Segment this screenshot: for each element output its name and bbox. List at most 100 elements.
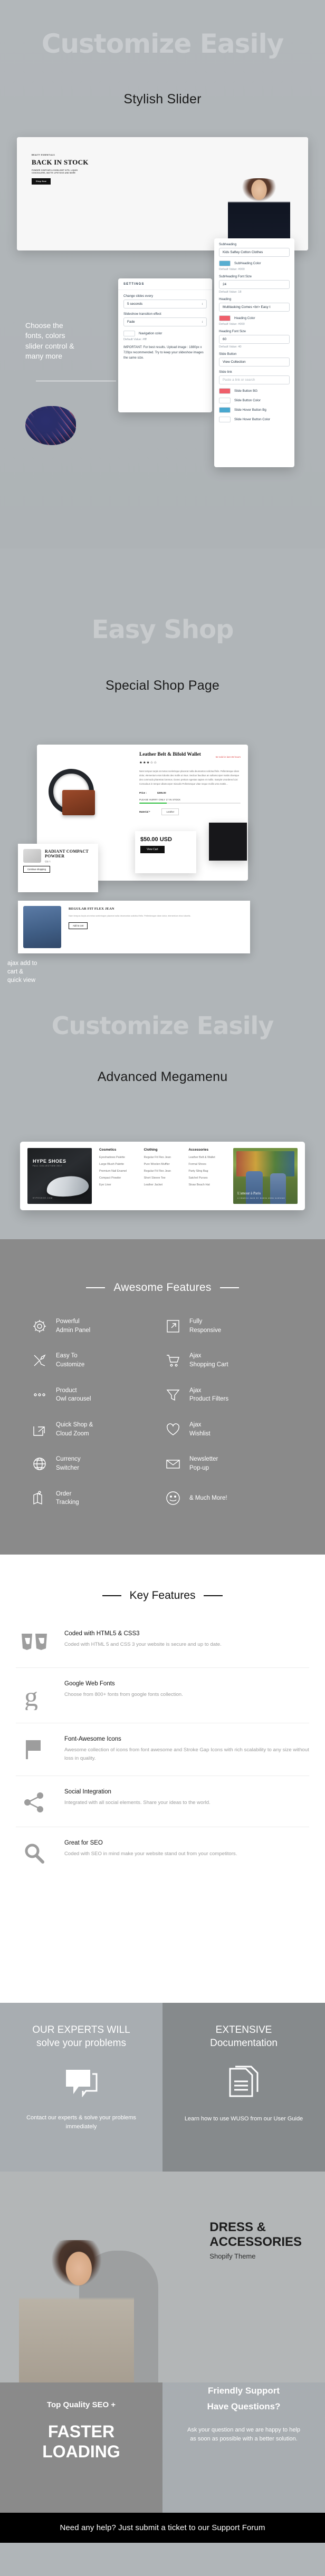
menu-item[interactable]: Party Sling Bag xyxy=(188,1170,226,1173)
sold-badge: 52 sold in last 36 hours xyxy=(215,756,241,758)
field-label: SubHeading Font Size xyxy=(219,275,252,278)
dark-product-tile xyxy=(209,823,247,861)
text-input[interactable]: 60 xyxy=(219,335,290,344)
text-input[interactable]: 24 xyxy=(219,280,290,289)
slider-caption: Choose the fonts, colors slider control & m… xyxy=(25,321,74,360)
feature-item: Ajax Wishlist xyxy=(165,1421,293,1438)
wallet-photo xyxy=(62,790,95,815)
text-input[interactable]: Kids Saftey Cotton Clothes xyxy=(219,248,290,257)
jeans-product-card: REGULAR FIT FLEX JEAN Nam tempus turpis … xyxy=(18,901,250,953)
key-feature-description: Coded with SEO in mind make your website… xyxy=(64,1850,237,1857)
chat-bubble-icon xyxy=(65,2069,98,2100)
color-swatch[interactable] xyxy=(219,261,231,266)
menu-item[interactable]: Compact Powder xyxy=(99,1176,137,1180)
hero-eyebrow: BEAUTY ESSENTIALS xyxy=(32,154,55,156)
section-support-split: OUR EXPERTS WILL solve your problems Con… xyxy=(0,2003,325,2172)
key-feature-description: Choose from 800+ fonts from google fonts… xyxy=(64,1692,183,1697)
menu-item[interactable]: Regular Fit Flex Jean xyxy=(144,1156,181,1159)
section-easy-shop: Easy Shop Special Shop Page 52 sold in l… xyxy=(0,548,325,1002)
docs-title-line1: EXTENSIVE xyxy=(215,2024,272,2035)
ajax-caption: ajax add to cart & quick view xyxy=(7,960,37,983)
text-input[interactable]: Paste a link or search xyxy=(219,375,290,384)
material-option-leather[interactable]: Leather xyxy=(161,808,179,816)
feature-item: Currency Switcher xyxy=(32,1455,160,1472)
key-features-heading: Key Features xyxy=(0,1589,325,1602)
menu-item[interactable]: Large Blush Palette xyxy=(99,1163,137,1166)
field-label: Slide Button xyxy=(219,352,237,356)
bottom-half-support: Friendly Support Have Questions? Ask you… xyxy=(162,2382,325,2513)
color-label: Slide Hover Button Color xyxy=(234,418,271,421)
continue-shopping-button[interactable]: Continue shopping xyxy=(23,866,50,873)
feature-item: Product Owl carousel xyxy=(32,1386,160,1404)
experts-description: Contact our experts & solve your problem… xyxy=(26,2115,136,2130)
color-swatch[interactable] xyxy=(219,417,231,422)
select-transition-effect[interactable]: Fade xyxy=(123,317,207,326)
stock-bar xyxy=(139,802,241,804)
color-row: Slide Button Color xyxy=(219,398,290,403)
quickshop-icon xyxy=(32,1422,47,1437)
color-row: Slide Hover Button Bg xyxy=(219,407,290,413)
hero-copy: BEAUTY ESSENTIALS BACK IN STOCK POWDER C… xyxy=(32,154,95,185)
flag-icon xyxy=(16,1736,53,1761)
quick-view-thumb xyxy=(23,849,41,863)
megamenu-banner-left[interactable]: HYPE SHOES FALL COLLECTION 2017 HYPESHOE… xyxy=(27,1148,92,1204)
menu-item[interactable]: Short Sleeve Tee xyxy=(144,1176,181,1180)
docs-title-line2: Documentation xyxy=(210,2037,278,2049)
text-input[interactable]: View Collection xyxy=(219,358,290,366)
color-swatch[interactable] xyxy=(219,407,231,413)
shoe-photo xyxy=(45,1173,90,1200)
menu-item[interactable]: Satchel Purses xyxy=(188,1176,226,1180)
color-swatch[interactable] xyxy=(219,315,231,321)
key-feature-title: Font-Awesome Icons xyxy=(64,1736,121,1742)
field-label-change-slides: Change slides every xyxy=(123,294,154,298)
menu-item[interactable]: Premium Nail Enamel xyxy=(99,1170,137,1173)
material-row: Material * Leather xyxy=(139,808,241,816)
color-swatch[interactable] xyxy=(219,398,231,403)
color-row: Heading Color xyxy=(219,315,290,321)
price-label: Price : xyxy=(139,791,147,794)
menu-item[interactable]: Leather Belt & Wallet xyxy=(188,1156,226,1159)
menu-item[interactable]: Eyeshadows Palette xyxy=(99,1156,137,1159)
column-heading-accessories: Accessories xyxy=(188,1148,209,1152)
color-label: Heading Color xyxy=(234,316,255,320)
hero-shop-now-button[interactable]: Shop Now xyxy=(32,178,51,185)
envelope-icon xyxy=(165,1456,181,1472)
banner-right-title: L'amour à Paris xyxy=(237,1191,261,1195)
navigation-color-swatch[interactable] xyxy=(123,331,135,336)
promo-line2: ACCESSORIES xyxy=(209,2234,302,2249)
select-change-slides-every[interactable]: 5 seconds xyxy=(123,300,207,308)
share-icon xyxy=(16,1789,53,1814)
menu-item[interactable]: Straw Beach Hat xyxy=(188,1183,226,1186)
key-feature-item: Coded with HTML5 & CSS3 Coded with HTML 5… xyxy=(16,1618,309,1668)
banner-left-url: HYPESHOE.COM xyxy=(33,1197,53,1199)
megamenu-column-accessories: Accessories Leather Belt & Wallet Formal… xyxy=(188,1148,226,1204)
jeans-add-to-cart-button[interactable]: Add to cart xyxy=(69,922,88,929)
svg-text:g: g xyxy=(24,1683,38,1710)
megamenu-banner-right[interactable]: L'amour à Paris A FRENCH JEAN BY MARIE A… xyxy=(233,1148,298,1204)
dash-left xyxy=(102,1595,121,1596)
key-feature-description: Integrated with all social elements. Sha… xyxy=(64,1799,211,1806)
megamenu-column-clothing: Clothing Regular Fit Flex Jean Pure Wool… xyxy=(144,1148,181,1204)
dash-right xyxy=(219,1287,239,1288)
ghost-heading-customize: Customize Easily xyxy=(41,28,284,59)
material-label: Material * xyxy=(139,811,150,814)
footer-support-bar[interactable]: Need any help? Just submit a ticket to o… xyxy=(0,2513,325,2543)
text-input[interactable]: Multitasking Comes <br> Easy t xyxy=(219,303,290,312)
menu-item[interactable]: Leather Jacket xyxy=(144,1183,181,1186)
menu-item[interactable]: Eye Liner xyxy=(99,1183,137,1186)
menu-item[interactable]: Pure Woolen Muffler xyxy=(144,1163,181,1166)
menu-item[interactable]: Regular Fit Flex Jean xyxy=(144,1170,181,1173)
section-megamenu: Customize Easily Advanced Megamenu HYPE … xyxy=(0,1002,325,1239)
view-cart-button[interactable]: View Cart xyxy=(140,846,165,853)
heart-icon xyxy=(165,1422,181,1437)
feature-item: Quick Shop & Cloud Zoom xyxy=(32,1421,160,1438)
key-feature-title: Great for SEO xyxy=(64,1839,103,1846)
color-swatch[interactable] xyxy=(219,388,231,394)
feature-item: Order Tracking xyxy=(32,1490,160,1507)
docs-description: Learn how to use WUSO from our User Guid… xyxy=(184,2116,303,2122)
globe-icon xyxy=(32,1456,47,1472)
search-icon xyxy=(16,1840,53,1865)
menu-item[interactable]: Formal Shoes xyxy=(188,1163,226,1166)
carousel-dots-icon xyxy=(32,1387,47,1403)
scarf-product-photo xyxy=(25,406,76,445)
